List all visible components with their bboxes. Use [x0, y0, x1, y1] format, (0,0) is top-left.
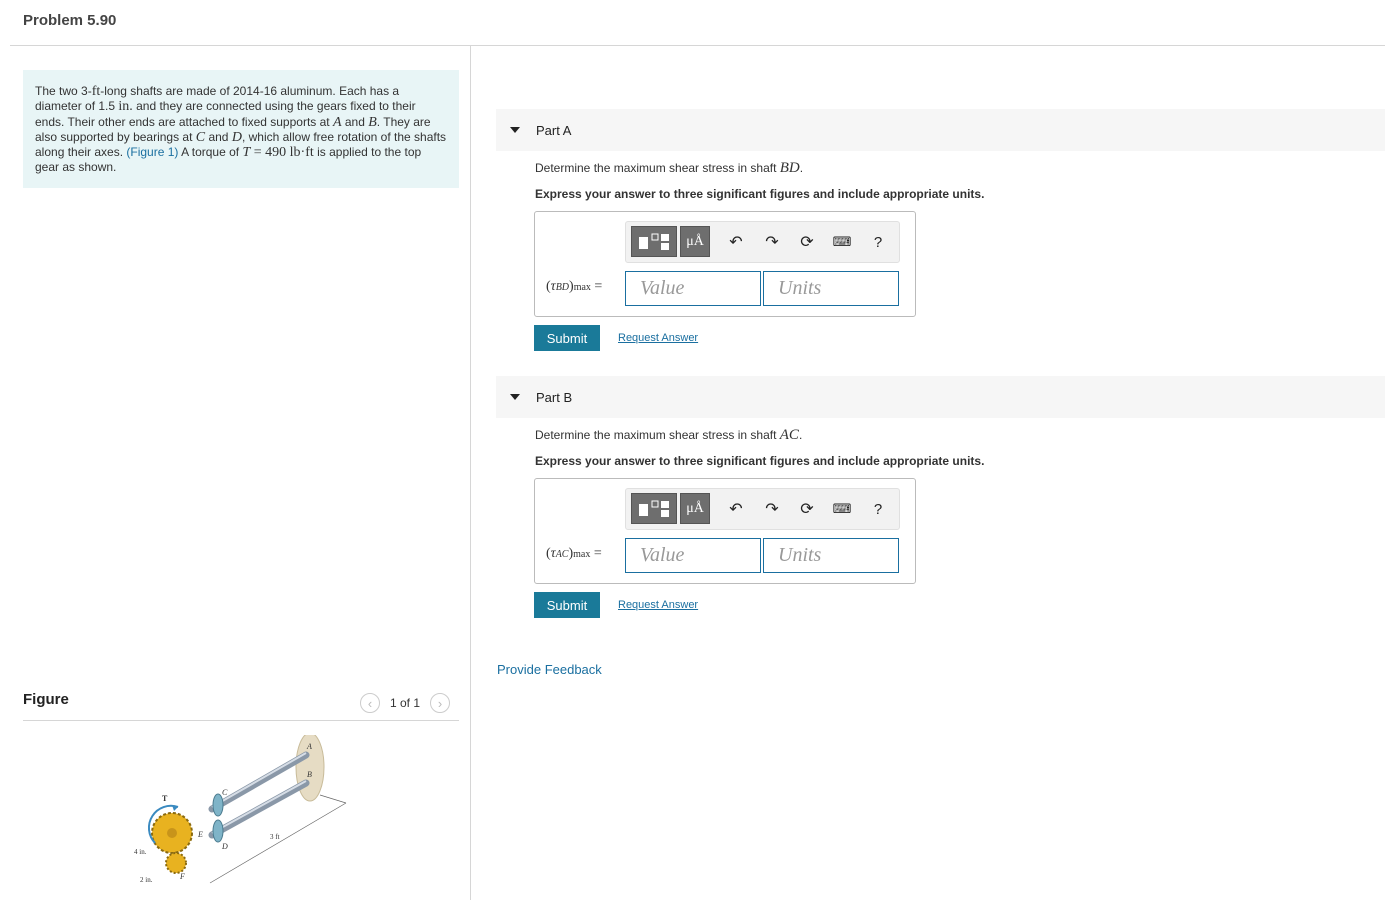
units-button[interactable]: μÅ: [680, 493, 710, 524]
math-toolbar: μÅ ↶ ↷ ⟳ ⌨ ?: [625, 488, 900, 530]
chevron-right-icon[interactable]: ›: [430, 693, 451, 713]
bearing-d: [212, 819, 224, 843]
part-a-answer-box: μÅ ↶ ↷ ⟳ ⌨ ? (τBD)max =: [534, 211, 916, 317]
column-divider: [470, 46, 471, 900]
eq-max: max: [573, 549, 591, 560]
part-a-equation-label: (τBD)max =: [546, 279, 602, 295]
header-divider: [10, 45, 1385, 46]
keyboard-icon[interactable]: ⌨: [832, 232, 852, 252]
question-text: .: [798, 428, 803, 442]
problem-statement: The two 3-ft-long shafts are made of 201…: [23, 70, 459, 188]
gear-large-hub: [167, 828, 177, 838]
label-r2: 2 in.: [140, 876, 153, 884]
keyboard-icon[interactable]: ⌨: [832, 499, 852, 519]
bearing-c: [212, 793, 224, 817]
math-ft: ft: [91, 84, 101, 99]
templates-button[interactable]: [631, 493, 677, 524]
chevron-left-icon[interactable]: ‹: [360, 693, 380, 713]
part-b-submit-button[interactable]: Submit: [534, 592, 600, 618]
problem-text: The two 3-: [35, 84, 92, 98]
part-b-answer-box: μÅ ↶ ↷ ⟳ ⌨ ? (τAC)max =: [534, 478, 916, 584]
figure-count: 1 of 1: [390, 696, 421, 710]
question-text: .: [799, 161, 804, 175]
math-in: in.: [118, 99, 133, 115]
math-toolbar: μÅ ↶ ↷ ⟳ ⌨ ?: [625, 221, 900, 263]
label-b: B: [307, 770, 312, 779]
caret-down-icon: [510, 394, 520, 400]
templates-icon: [639, 233, 669, 250]
undo-icon[interactable]: ↶: [726, 499, 746, 519]
value-input[interactable]: [625, 271, 761, 306]
figure-pager: ‹ 1 of 1 ›: [360, 691, 451, 715]
caret-down-icon: [510, 127, 520, 133]
units-button[interactable]: μÅ: [680, 226, 710, 257]
units-input[interactable]: [763, 538, 899, 573]
eq-sign: =: [590, 279, 603, 294]
dim-line: [209, 802, 347, 884]
part-a-question: Determine the maximum shear stress in sh…: [535, 160, 803, 177]
label-c: C: [222, 788, 228, 797]
units-input[interactable]: [763, 271, 899, 306]
question-text: Determine the maximum shear stress in sh…: [535, 428, 780, 442]
undo-icon[interactable]: ↶: [726, 232, 746, 252]
part-b-question: Determine the maximum shear stress in sh…: [535, 427, 802, 444]
eq-subscript: BD: [555, 282, 570, 293]
templates-button[interactable]: [631, 226, 677, 257]
label-d: D: [221, 842, 228, 851]
label-r1: 4 in.: [134, 848, 147, 856]
figure-divider: [23, 720, 459, 721]
part-b-label: Part B: [536, 389, 573, 405]
eq-subscript: AC: [555, 549, 569, 560]
label-f: F: [179, 872, 185, 881]
reset-icon[interactable]: ⟳: [797, 232, 817, 252]
problem-text: and: [205, 129, 232, 144]
part-a-label: Part A: [536, 122, 572, 138]
part-b-request-answer-link[interactable]: Request Answer: [618, 599, 698, 611]
dim-line: [319, 794, 347, 804]
value-input[interactable]: [625, 538, 761, 573]
shaft-gear-figure: A B C D E F T 3 ft 4 in. 2 in.: [134, 735, 347, 884]
reset-icon[interactable]: ⟳: [797, 499, 817, 519]
gear-small: [165, 852, 187, 874]
part-b-equation-label: (τAC)max =: [546, 546, 602, 562]
redo-icon[interactable]: ↷: [762, 499, 782, 519]
part-a-header[interactable]: Part A: [496, 109, 1385, 151]
eq-sign: =: [590, 546, 602, 561]
help-icon[interactable]: ?: [868, 232, 888, 252]
part-a-submit-button[interactable]: Submit: [534, 325, 600, 351]
figure-label: Figure: [23, 691, 69, 708]
figure-link[interactable]: (Figure 1): [126, 145, 178, 159]
math-d: D: [231, 129, 242, 145]
question-symbol: AC: [779, 427, 799, 443]
label-e: E: [197, 830, 203, 839]
math-b: B: [368, 114, 377, 130]
question-symbol: BD: [779, 160, 800, 176]
help-icon[interactable]: ?: [868, 499, 888, 519]
eq-max: max: [573, 282, 591, 293]
problem-text: and: [341, 114, 369, 129]
part-a-request-answer-link[interactable]: Request Answer: [618, 332, 698, 344]
math-a: A: [332, 114, 342, 130]
shaft-upper: [208, 751, 310, 813]
page-title: Problem 5.90: [23, 12, 117, 29]
part-a-instruction: Express your answer to three significant…: [535, 187, 985, 201]
provide-feedback-link[interactable]: Provide Feedback: [497, 662, 602, 677]
question-text: Determine the maximum shear stress in sh…: [535, 161, 780, 175]
shaft-upper-highlight: [211, 752, 307, 808]
part-b-header[interactable]: Part B: [496, 376, 1385, 418]
math-torque: = 490 lb·ft: [250, 145, 314, 161]
label-length: 3 ft: [270, 833, 280, 841]
redo-icon[interactable]: ↷: [762, 232, 782, 252]
math-c: C: [195, 129, 206, 145]
label-t: T: [162, 794, 168, 803]
templates-icon: [639, 500, 669, 517]
problem-text: A torque of: [178, 145, 243, 160]
label-a: A: [306, 742, 312, 751]
part-b-instruction: Express your answer to three significant…: [535, 454, 985, 468]
